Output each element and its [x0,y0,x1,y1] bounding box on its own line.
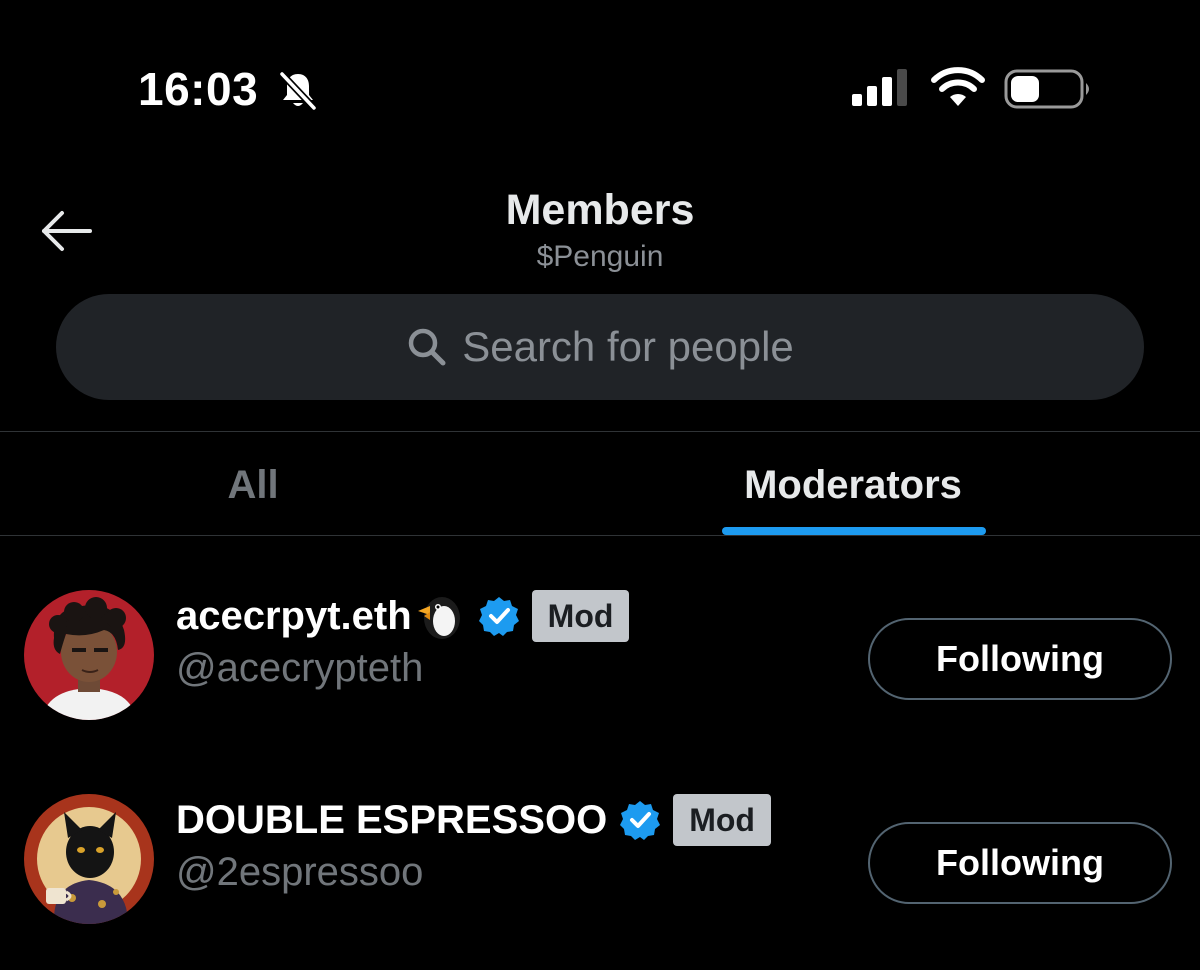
verified-badge-icon [478,597,519,636]
search-icon [408,328,446,366]
divider [0,535,1200,536]
community-name: $Penguin [536,240,664,273]
avatar-image [24,590,154,720]
mod-badge: Mod [531,590,630,642]
search-input[interactable]: Search for people [56,294,1144,400]
search-placeholder: Search for people [462,323,794,370]
member-name-line: DOUBLE ESPRESSOO Mod [176,792,771,848]
member-handle: @acecrypteth [176,646,424,690]
following-button[interactable]: Following [868,822,1172,904]
member-display-name: acecrpyt.eth [176,593,412,638]
bell-slash-icon [279,71,317,111]
avatar[interactable] [24,794,154,924]
active-tab-indicator [722,527,986,535]
member-handle: @2espressoo [176,850,424,894]
member-display-name: DOUBLE ESPRESSOO [176,797,608,842]
member-row[interactable]: DOUBLE ESPRESSOO Mod @2espressoo Followi… [0,770,1200,970]
battery-icon [1004,69,1089,109]
status-time: 16:03 [138,63,259,115]
avatar-image [24,794,154,924]
avatar[interactable] [24,590,154,720]
member-row[interactable]: acecrpyt.eth Mod @acecrypteth Following [0,566,1200,766]
cellular-signal-icon [852,69,907,106]
page-title: Members [505,186,695,234]
divider [0,431,1200,432]
status-bar: 16:03 [0,0,1200,180]
mod-badge: Mod [673,794,771,846]
penguin-emoji-icon [417,597,460,639]
member-name-line: acecrpyt.eth Mod [176,588,630,644]
tab-moderators[interactable]: Moderators [506,434,1200,536]
wifi-icon [931,67,985,106]
following-button[interactable]: Following [868,618,1172,700]
tab-all[interactable]: All [0,434,506,536]
verified-badge-icon [620,801,661,840]
